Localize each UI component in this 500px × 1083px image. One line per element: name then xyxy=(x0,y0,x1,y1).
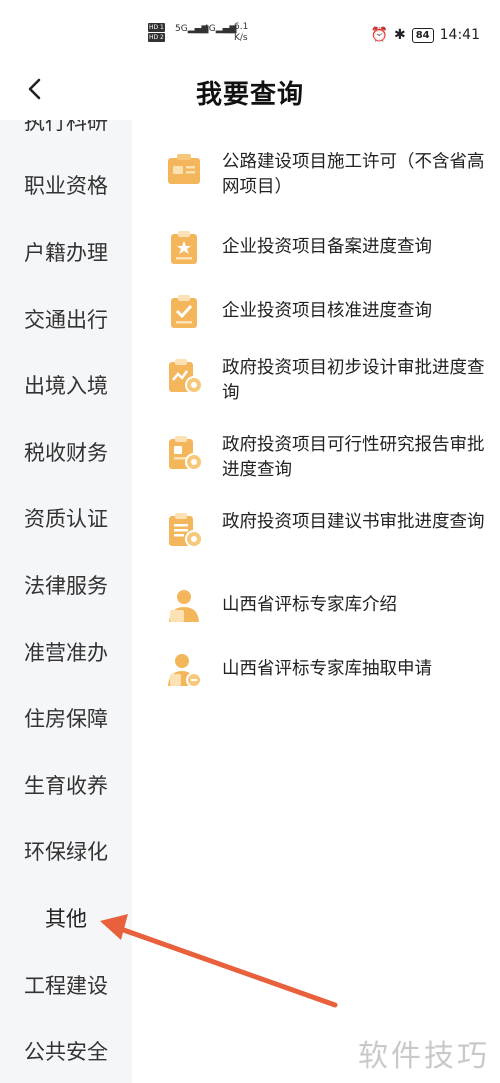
chevron-left-icon xyxy=(28,78,41,100)
watermark: 软件技巧 xyxy=(358,1039,490,1074)
service-label: 公路建设项目施工许可（不含省高网项目） xyxy=(222,152,485,197)
permit-icon xyxy=(168,154,200,184)
clipboard-doc-icon xyxy=(169,513,203,548)
sidebar-item-entry-exit[interactable]: 出境入境 xyxy=(0,370,132,400)
network-indicator: HD 1 HD 2 xyxy=(148,22,167,42)
service-label: 山西省评标专家库抽取申请 xyxy=(222,659,432,679)
battery-icon: 84 xyxy=(411,27,434,43)
service-item[interactable]: 山西省评标专家库抽取申请 xyxy=(164,650,494,690)
service-item[interactable]: 企业投资项目备案进度查询 xyxy=(164,228,494,268)
sidebar-item-environment[interactable]: 环保绿化 xyxy=(0,836,132,866)
sidebar-item-housing[interactable]: 住房保障 xyxy=(0,703,132,733)
alarm-icon: ⏰ xyxy=(370,27,388,43)
clipboard-check-icon xyxy=(171,295,197,328)
sidebar-item-partial[interactable]: 执行科研 xyxy=(0,120,132,136)
clock: 14:41 xyxy=(439,27,480,43)
clipboard-chart-icon xyxy=(169,359,203,394)
sidebar-item-career[interactable]: 职业资格 xyxy=(0,170,132,200)
sidebar-item-birth[interactable]: 生育收养 xyxy=(0,770,132,800)
service-item[interactable]: 公路建设项目施工许可（不含省高网项目） xyxy=(164,150,494,200)
service-label: 企业投资项目备案进度查询 xyxy=(222,237,432,257)
sidebar-item-tax[interactable]: 税收财务 xyxy=(0,437,132,467)
status-bar: HD 1 HD 2 5G▂▄▆ 4G▂▄▆ 6.1 K/s ⏰ ✱ 84 14:… xyxy=(0,0,500,60)
service-list: 公路建设项目施工许可（不含省高网项目） 企业投资项目备案进度查询 企业投资项目核… xyxy=(132,120,500,1083)
sidebar-item-business[interactable]: 准营准办 xyxy=(0,637,132,667)
service-item[interactable]: 政府投资项目可行性研究报告审批进度查询 xyxy=(164,433,494,483)
net2-label: 4G xyxy=(203,24,216,34)
clipboard-star-icon xyxy=(171,231,197,264)
service-item[interactable]: 政府投资项目初步设计审批进度查询 xyxy=(164,356,494,406)
header: 我要查询 xyxy=(0,60,500,120)
signal-4g-icon: 4G▂▄▆ xyxy=(203,24,237,34)
page-title-text: 我要查询 xyxy=(195,80,304,110)
sidebar-item-qualification[interactable]: 资质认证 xyxy=(0,503,132,533)
hd1-badge: HD 1 xyxy=(148,23,165,32)
service-item[interactable]: 政府投资项目建议书审批进度查询 xyxy=(164,510,494,550)
service-item[interactable]: 山西省评标专家库介绍 xyxy=(164,586,494,626)
status-right: ⏰ ✱ 84 14:41 xyxy=(371,27,480,43)
service-label: 政府投资项目建议书审批进度查询 xyxy=(222,512,485,532)
sidebar-item-construction[interactable]: 工程建设 xyxy=(0,970,132,1000)
category-sidebar[interactable]: 执行科研 职业资格 户籍办理 交通出行 出境入境 税收财务 资质认证 法律服务 … xyxy=(0,120,132,1083)
service-label: 企业投资项目核准进度查询 xyxy=(222,301,432,321)
clipboard-report-icon xyxy=(169,436,203,471)
service-label: 山西省评标专家库介绍 xyxy=(222,595,397,615)
bluetooth-icon: ✱ xyxy=(393,27,406,43)
expert-icon xyxy=(169,590,199,622)
back-button[interactable] xyxy=(20,74,48,104)
net-speed-unit: K/s xyxy=(234,33,248,43)
sidebar-item-other[interactable]: 其他 xyxy=(0,903,132,933)
page-title: 我要查询 xyxy=(0,74,500,111)
net-speed: 6.1 K/s xyxy=(234,22,248,44)
sidebar-item-legal[interactable]: 法律服务 xyxy=(0,570,132,600)
service-item[interactable]: 企业投资项目核准进度查询 xyxy=(164,292,494,332)
sidebar-item-public-safety[interactable]: 公共安全 xyxy=(0,1036,132,1066)
service-label: 政府投资项目可行性研究报告审批进度查询 xyxy=(222,435,485,480)
hd2-badge: HD 2 xyxy=(148,33,165,42)
expert-apply-icon xyxy=(168,654,202,688)
net1-label: 5G xyxy=(175,24,188,34)
sidebar-item-traffic[interactable]: 交通出行 xyxy=(0,304,132,334)
service-label: 政府投资项目初步设计审批进度查询 xyxy=(222,358,485,403)
net-speed-value: 6.1 xyxy=(234,22,249,32)
sidebar-item-household[interactable]: 户籍办理 xyxy=(0,237,132,267)
